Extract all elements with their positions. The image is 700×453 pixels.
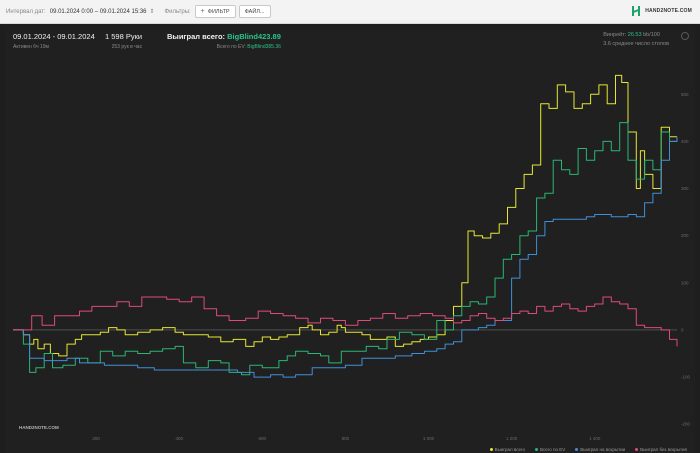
x-tick-label: 1 400 [589,436,601,441]
y-tick-label: -100 [681,375,691,380]
won-label: Выиграл всего: [167,32,226,41]
chevron-down-icon[interactable]: ⇕ [150,8,155,15]
stats-winrate: Винрейт: 26.53 bb/100 3.6 среднее число … [603,32,669,47]
avg-tables: 3.6 среднее число столов [603,41,669,47]
series-line-1 [13,122,678,376]
stats-date: 09.01.2024 - 09.01.2024 Активен 6ч 19м [13,32,95,50]
legend-label: Выиграл без вскрытия [640,447,687,452]
legend-item[interactable]: Выиграл на вскрытии [575,447,625,452]
winrate-value: 26.53 [627,32,642,38]
stats-date-range: 09.01.2024 - 09.01.2024 [13,32,95,41]
x-tick-label: 800 [342,436,350,441]
legend-item[interactable]: Выиграл всего [489,447,526,452]
y-tick-label: 200 [681,233,689,238]
date-range-picker[interactable]: 09.01.2024 0:00 – 09.01.2024 15:36 [50,9,147,15]
y-tick-label: 100 [681,280,689,285]
add-filter-label: ФИЛЬТР [207,8,230,15]
y-tick-label: 0 [681,327,684,332]
results-graph[interactable]: 500 400 300 200 100 0 -100 -200 200 400 600 800 1 00… [5,26,695,453]
plus-icon: + [200,8,205,15]
x-tick-label: 600 [259,436,267,441]
filters-label: Фильтры: [164,8,191,15]
stats-hands-count: 1 598 Руки [105,32,143,41]
x-tick-label: 1 000 [423,436,435,441]
won-value: BigBlind423.89 [227,32,281,41]
y-tick-label: -200 [681,422,691,427]
ev-label: Всего по EV: [216,44,246,50]
y-tick-label: 300 [681,186,689,191]
series-line-2 [13,136,678,378]
y-tick-label: 400 [681,139,689,144]
legend-label: Выиграл всего [494,447,526,452]
stats-hands: 1 598 Руки 253 рук в час [105,32,142,50]
legend-item[interactable]: Выиграл без вскрытия [635,447,687,452]
legend-swatch [489,448,493,451]
stats-active-time: Активен 6ч 19м [13,44,49,50]
stats-hands-per-hour: 253 рук в час [111,44,143,50]
series-line-3 [13,296,678,347]
logo-text: HAND2NOTE.COM [645,8,692,14]
winrate-unit: bb/100 [643,32,660,38]
date-range-label: Интервал дат: [6,8,46,15]
y-tick-label: 500 [681,92,689,97]
x-tick-label: 200 [92,436,100,441]
stats-won: Выиграл всего: BigBlind423.89 Всего по E… [167,32,281,50]
x-tick-label: 400 [175,436,183,441]
gear-icon[interactable] [681,32,689,40]
filter-bar: Интервал дат: 09.01.2024 0:00 – 09.01.20… [0,0,700,24]
add-filter-button[interactable]: + ФИЛЬТР [194,5,236,18]
legend-swatch [635,448,639,451]
file-button[interactable]: ФАЙЛ... [238,5,271,18]
ev-value: BigBlind385.36 [247,44,281,50]
series-line-0 [13,74,677,357]
legend-label: Выиграл на вскрытии [580,447,626,452]
legend-item[interactable]: Всего по EV [535,447,565,452]
brand-logo: HAND2NOTE.COM [631,6,692,16]
chart-legend: Выиграл всего Всего по EV Выиграл на вскры… [489,447,687,452]
winrate-label: Винрейт: [603,32,627,38]
hand2note-logo-icon [631,6,641,16]
legend-swatch [535,448,539,451]
graph-panel: 500 400 300 200 100 0 -100 -200 200 400 600 800 1 00… [5,26,695,453]
watermark: HAND2NOTE.COM [19,425,59,430]
file-button-label: ФАЙЛ... [244,8,265,15]
x-tick-label: 1 200 [506,436,518,441]
legend-swatch [575,448,579,451]
legend-label: Всего по EV [540,447,566,452]
